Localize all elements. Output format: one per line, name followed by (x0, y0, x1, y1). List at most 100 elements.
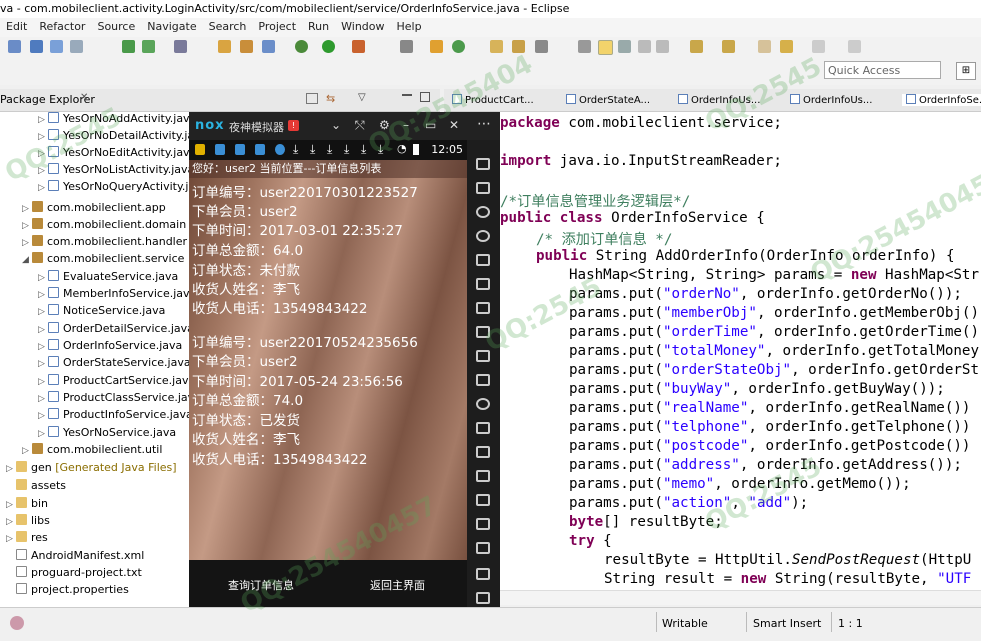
tree-item[interactable]: ▷ com.mobileclient.util (22, 443, 162, 460)
order-number[interactable]: 订单编号：user220170524235656 (192, 331, 418, 351)
menu-icon[interactable] (476, 494, 490, 506)
open-folder-icon[interactable] (490, 40, 503, 53)
show-whitespace-icon[interactable] (618, 40, 631, 53)
menu-window[interactable]: Window (335, 18, 390, 33)
screenshot-icon[interactable] (476, 278, 490, 290)
fullscreen-icon[interactable] (476, 158, 490, 170)
volume-down-icon[interactable] (476, 350, 490, 362)
order-member[interactable]: 下单会员：user2 (192, 350, 298, 370)
prev-annotation-icon[interactable] (722, 40, 735, 53)
more-icon[interactable]: ⋯ (477, 116, 491, 132)
tree-item[interactable]: ▷ libs (6, 514, 50, 531)
wrench-icon[interactable] (535, 40, 548, 53)
pin-editor-icon[interactable] (848, 40, 861, 53)
save-icon[interactable] (30, 40, 43, 53)
tree-item[interactable]: ▷ YesOrNoService.java (38, 426, 176, 443)
view-menu-icon[interactable]: ▽ (358, 92, 366, 103)
save-all-icon[interactable] (50, 40, 63, 53)
apk-icon[interactable] (476, 374, 490, 386)
mark-occurrences-icon[interactable] (578, 40, 591, 53)
tree-item[interactable]: ▷ res (6, 531, 48, 548)
forward-arrow-icon[interactable] (812, 40, 825, 53)
tree-item[interactable]: ▷ OrderStateService.java (38, 356, 191, 373)
tree-item[interactable]: project.properties (6, 583, 129, 600)
search-icon[interactable] (262, 40, 275, 53)
order-receiver-name[interactable]: 收货人姓名：李飞 (192, 278, 300, 298)
order-state[interactable]: 订单状态：已发货 (192, 409, 300, 429)
editor-tab-active[interactable]: OrderInfoSe... (902, 94, 981, 106)
macro-icon[interactable] (476, 470, 490, 482)
order-total[interactable]: 订单总金额：64.0 (192, 239, 303, 259)
order-member[interactable]: 下单会员：user2 (192, 200, 298, 220)
tree-item[interactable]: ▷ com.mobileclient.app (22, 201, 166, 218)
back-icon[interactable] (476, 542, 490, 554)
open-resource-icon[interactable] (240, 40, 253, 53)
exchange-icon[interactable]: ⤲ (355, 118, 365, 133)
tree-item[interactable]: ▷ NoticeService.java (38, 304, 165, 321)
new-package-icon[interactable] (430, 40, 443, 53)
tree-item[interactable]: ▷ YesOrNoQueryActivity.java (38, 180, 208, 197)
editor-tab[interactable]: OrderInfoUs... (790, 94, 872, 106)
quick-access-input[interactable]: Quick Access (824, 61, 941, 79)
horizontal-scrollbar[interactable] (497, 590, 981, 605)
fast-view-icon[interactable] (10, 616, 24, 630)
avd-manager-icon[interactable] (142, 40, 155, 53)
multi-instance-icon[interactable] (476, 422, 490, 434)
debug-icon[interactable] (295, 40, 308, 53)
tree-item[interactable]: ▷ com.mobileclient.domain (22, 218, 186, 235)
video-icon[interactable] (476, 446, 490, 458)
home-icon[interactable] (476, 568, 490, 580)
block-selection-icon[interactable] (638, 40, 651, 53)
tree-item[interactable]: ▷ OrderDetailService.java (38, 322, 194, 339)
run-icon[interactable] (322, 40, 335, 53)
android-sdk-icon[interactable] (122, 40, 135, 53)
order-number[interactable]: 订单编号：user220170301223527 (192, 181, 418, 201)
link-editor-icon[interactable]: ⇆ (326, 92, 335, 105)
order-receiver-name[interactable]: 收货人姓名：李飞 (192, 428, 300, 448)
close-icon[interactable]: ✕ (80, 92, 88, 103)
menu-search[interactable]: Search (203, 18, 253, 33)
next-annotation-icon[interactable] (690, 40, 703, 53)
collapse-all-icon[interactable] (306, 93, 318, 104)
tree-item[interactable]: ▷ ProductInfoService.java (38, 408, 193, 425)
menu-project[interactable]: Project (252, 18, 302, 33)
tree-item[interactable]: ▷ EvaluateService.java (38, 270, 178, 287)
perspective-icon[interactable]: ⊞ (956, 62, 976, 80)
editor-tab[interactable]: OrderStateA... (566, 94, 650, 106)
tree-item[interactable]: assets (6, 479, 66, 496)
checkbox-icon[interactable] (174, 40, 187, 53)
tree-item[interactable]: ▷ YesOrNoListActivity.java (38, 163, 194, 180)
order-receiver-phone[interactable]: 收货人电话：13549843422 (192, 297, 367, 317)
external-tools-icon[interactable] (352, 40, 365, 53)
tree-item[interactable]: ▷ bin (6, 497, 48, 514)
back-icon[interactable] (758, 40, 771, 53)
recent-apps-icon[interactable] (476, 518, 490, 530)
show-source-icon[interactable] (656, 40, 669, 53)
order-time[interactable]: 下单时间：2017-03-01 22:35:27 (192, 219, 403, 239)
menu-source[interactable]: Source (91, 18, 141, 33)
tree-item[interactable]: ▷ gen [Generated Java Files] (6, 461, 177, 478)
scissors-icon[interactable] (476, 206, 490, 218)
print-icon[interactable] (70, 40, 83, 53)
android-icon[interactable] (476, 182, 490, 194)
order-receiver-phone[interactable]: 收货人电话：13549843422 (192, 448, 367, 468)
pin-icon[interactable] (400, 40, 413, 53)
tree-item[interactable]: AndroidManifest.xml (6, 549, 144, 566)
back-arrow-icon[interactable] (780, 40, 793, 53)
open-type-icon[interactable] (218, 40, 231, 53)
keyboard-icon[interactable] (476, 254, 490, 266)
tree-item[interactable]: ▷ MemberInfoService.java (38, 287, 196, 304)
overview-icon[interactable] (476, 592, 490, 604)
tree-item[interactable]: ◢ com.mobileclient.service (22, 252, 184, 269)
new-class-icon[interactable] (452, 40, 465, 53)
menu-run[interactable]: Run (302, 18, 335, 33)
shake-icon[interactable] (476, 398, 490, 410)
order-total[interactable]: 订单总金额：74.0 (192, 389, 303, 409)
menu-refactor[interactable]: Refactor (33, 18, 91, 33)
order-time[interactable]: 下单时间：2017-05-24 23:56:56 (192, 370, 403, 390)
highlight-icon[interactable] (598, 40, 613, 55)
tree-item[interactable]: ▷ ProductClassService.java (38, 391, 201, 408)
expand-icon[interactable] (476, 302, 490, 314)
back-home-button[interactable]: 返回主界面 (370, 577, 425, 593)
minimize-icon[interactable] (402, 94, 412, 96)
